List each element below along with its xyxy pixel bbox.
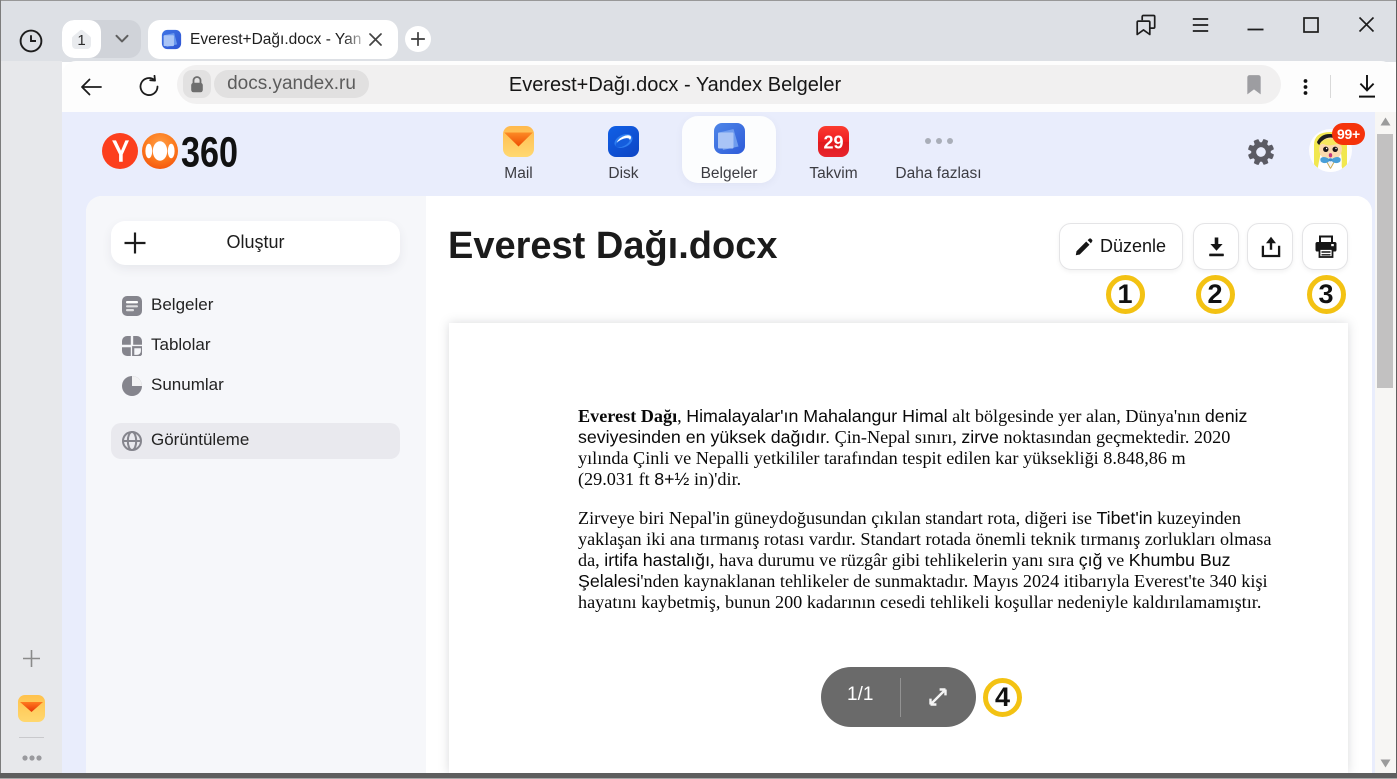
svg-text:360: 360 (181, 133, 238, 169)
svg-text:29: 29 (823, 132, 843, 152)
svg-text:1: 1 (77, 32, 85, 49)
